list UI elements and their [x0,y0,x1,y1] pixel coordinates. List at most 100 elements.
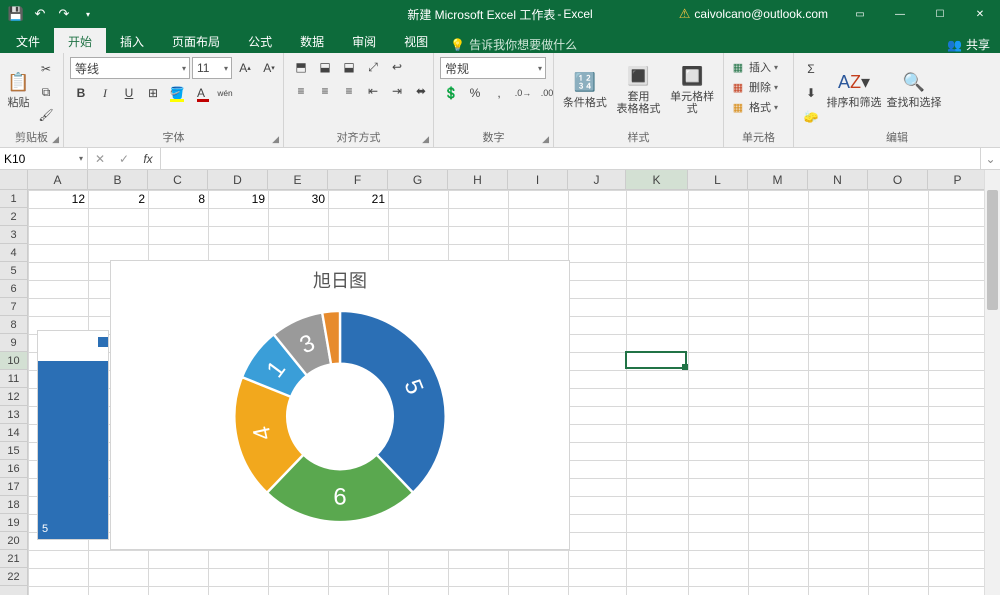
fill-color-icon[interactable]: 🪣 [166,83,188,103]
col-header-B[interactable]: B [88,170,148,189]
col-header-L[interactable]: L [688,170,748,189]
row-header-3[interactable]: 3 [0,226,27,244]
fx-icon[interactable]: fx [136,152,160,166]
percent-icon[interactable]: % [464,83,486,103]
row-header-6[interactable]: 6 [0,280,27,298]
row-header-12[interactable]: 12 [0,388,27,406]
expand-formula-bar-icon[interactable]: ⌄ [980,148,1000,169]
fill-icon[interactable]: ⬇ [800,83,822,103]
tab-insert[interactable]: 插入 [106,28,158,53]
underline-button[interactable]: U [118,83,140,103]
ribbon-options-icon[interactable]: ▭ [840,0,880,28]
row-header-20[interactable]: 20 [0,532,27,550]
tab-file[interactable]: 文件 [2,28,54,53]
bold-button[interactable]: B [70,83,92,103]
chart-sunburst[interactable]: 旭日图 59413 [110,260,570,550]
row-header-19[interactable]: 19 [0,514,27,532]
row-header-2[interactable]: 2 [0,208,27,226]
col-header-M[interactable]: M [748,170,808,189]
row-header-9[interactable]: 9 [0,334,27,352]
col-header-P[interactable]: P [928,170,988,189]
wrap-text-icon[interactable]: ↩ [386,57,408,77]
tab-home[interactable]: 开始 [54,28,106,53]
row-header-5[interactable]: 5 [0,262,27,280]
minimize-icon[interactable]: — [880,0,920,28]
orientation-icon[interactable]: ⤢ [362,57,384,77]
row-header-14[interactable]: 14 [0,424,27,442]
phonetic-icon[interactable]: wén [214,83,236,103]
cell-D1[interactable]: 19 [208,190,268,208]
col-header-I[interactable]: I [508,170,568,189]
formula-input[interactable] [161,148,980,169]
col-header-G[interactable]: G [388,170,448,189]
col-header-D[interactable]: D [208,170,268,189]
col-header-N[interactable]: N [808,170,868,189]
row-header-22[interactable]: 22 [0,568,27,586]
align-center-icon[interactable]: ≡ [314,81,336,101]
share-button[interactable]: 👥 共享 [947,36,990,53]
cell-F1[interactable]: 21 [328,190,388,208]
border-icon[interactable]: ⊞ [142,83,164,103]
row-header-13[interactable]: 13 [0,406,27,424]
col-header-F[interactable]: F [328,170,388,189]
close-icon[interactable]: ✕ [960,0,1000,28]
dialog-launcher-icon[interactable]: ◢ [422,134,429,145]
increase-decimal-icon[interactable]: .0→ [512,83,534,103]
dialog-launcher-icon[interactable]: ◢ [542,134,549,145]
cut-icon[interactable]: ✂ [35,59,57,79]
donut-segment-0[interactable] [340,311,446,493]
row-header-11[interactable]: 11 [0,370,27,388]
tab-data[interactable]: 数据 [286,28,338,53]
cell-E1[interactable]: 30 [268,190,328,208]
decrease-indent-icon[interactable]: ⇤ [362,81,384,101]
font-size-combo[interactable]: 11▾ [192,57,232,79]
align-left-icon[interactable]: ≡ [290,81,312,101]
row-header-10[interactable]: 10 [0,352,27,370]
increase-font-icon[interactable]: A▴ [234,58,256,78]
merge-center-icon[interactable]: ⬌ [410,81,432,101]
sort-filter-button[interactable]: AZ▾排序和筛选 [826,57,882,123]
tab-view[interactable]: 视图 [390,28,442,53]
tab-page-layout[interactable]: 页面布局 [158,28,234,53]
col-header-H[interactable]: H [448,170,508,189]
increase-indent-icon[interactable]: ⇥ [386,81,408,101]
align-top-icon[interactable]: ⬒ [290,57,312,77]
chart-bar-partial[interactable]: 5 [37,330,109,540]
row-header-4[interactable]: 4 [0,244,27,262]
tell-me[interactable]: 💡 告诉我你想要做什么 [442,36,577,53]
maximize-icon[interactable]: ☐ [920,0,960,28]
dialog-launcher-icon[interactable]: ◢ [272,134,279,145]
row-header-15[interactable]: 15 [0,442,27,460]
col-header-C[interactable]: C [148,170,208,189]
qat-customize-icon[interactable]: ▾ [78,4,98,24]
format-cells-button[interactable]: ▦格式▾ [730,99,778,115]
insert-cells-button[interactable]: ▦插入▾ [730,59,778,75]
italic-button[interactable]: I [94,83,116,103]
format-painter-icon[interactable]: 🖌 [35,105,57,125]
cell-styles-button[interactable]: 🔲单元格样式 [667,57,717,123]
name-box[interactable]: K10▾ [0,148,88,169]
row-header-1[interactable]: 1 [0,190,27,208]
row-header-18[interactable]: 18 [0,496,27,514]
accounting-icon[interactable]: 💲 [440,83,462,103]
align-middle-icon[interactable]: ⬓ [314,57,336,77]
cell-A1[interactable]: 12 [28,190,88,208]
font-color-icon[interactable]: A [190,83,212,103]
row-header-8[interactable]: 8 [0,316,27,334]
row-header-7[interactable]: 7 [0,298,27,316]
col-header-K[interactable]: K [626,170,688,189]
row-header-16[interactable]: 16 [0,460,27,478]
font-name-combo[interactable]: 等线▾ [70,57,190,79]
autosum-icon[interactable]: Σ [800,59,822,79]
cancel-formula-icon[interactable]: ✕ [88,152,112,166]
paste-button[interactable]: 📋 粘贴 [6,57,31,123]
enter-formula-icon[interactable]: ✓ [112,152,136,166]
format-as-table-button[interactable]: 🔳套用 表格格式 [614,57,664,123]
copy-icon[interactable]: ⧉ [35,82,57,102]
col-header-J[interactable]: J [568,170,626,189]
delete-cells-button[interactable]: ▦删除▾ [730,79,778,95]
redo-icon[interactable]: ↷ [54,4,74,24]
cell-B1[interactable]: 2 [88,190,148,208]
conditional-format-button[interactable]: 🔢条件格式 [560,57,610,123]
align-right-icon[interactable]: ≡ [338,81,360,101]
